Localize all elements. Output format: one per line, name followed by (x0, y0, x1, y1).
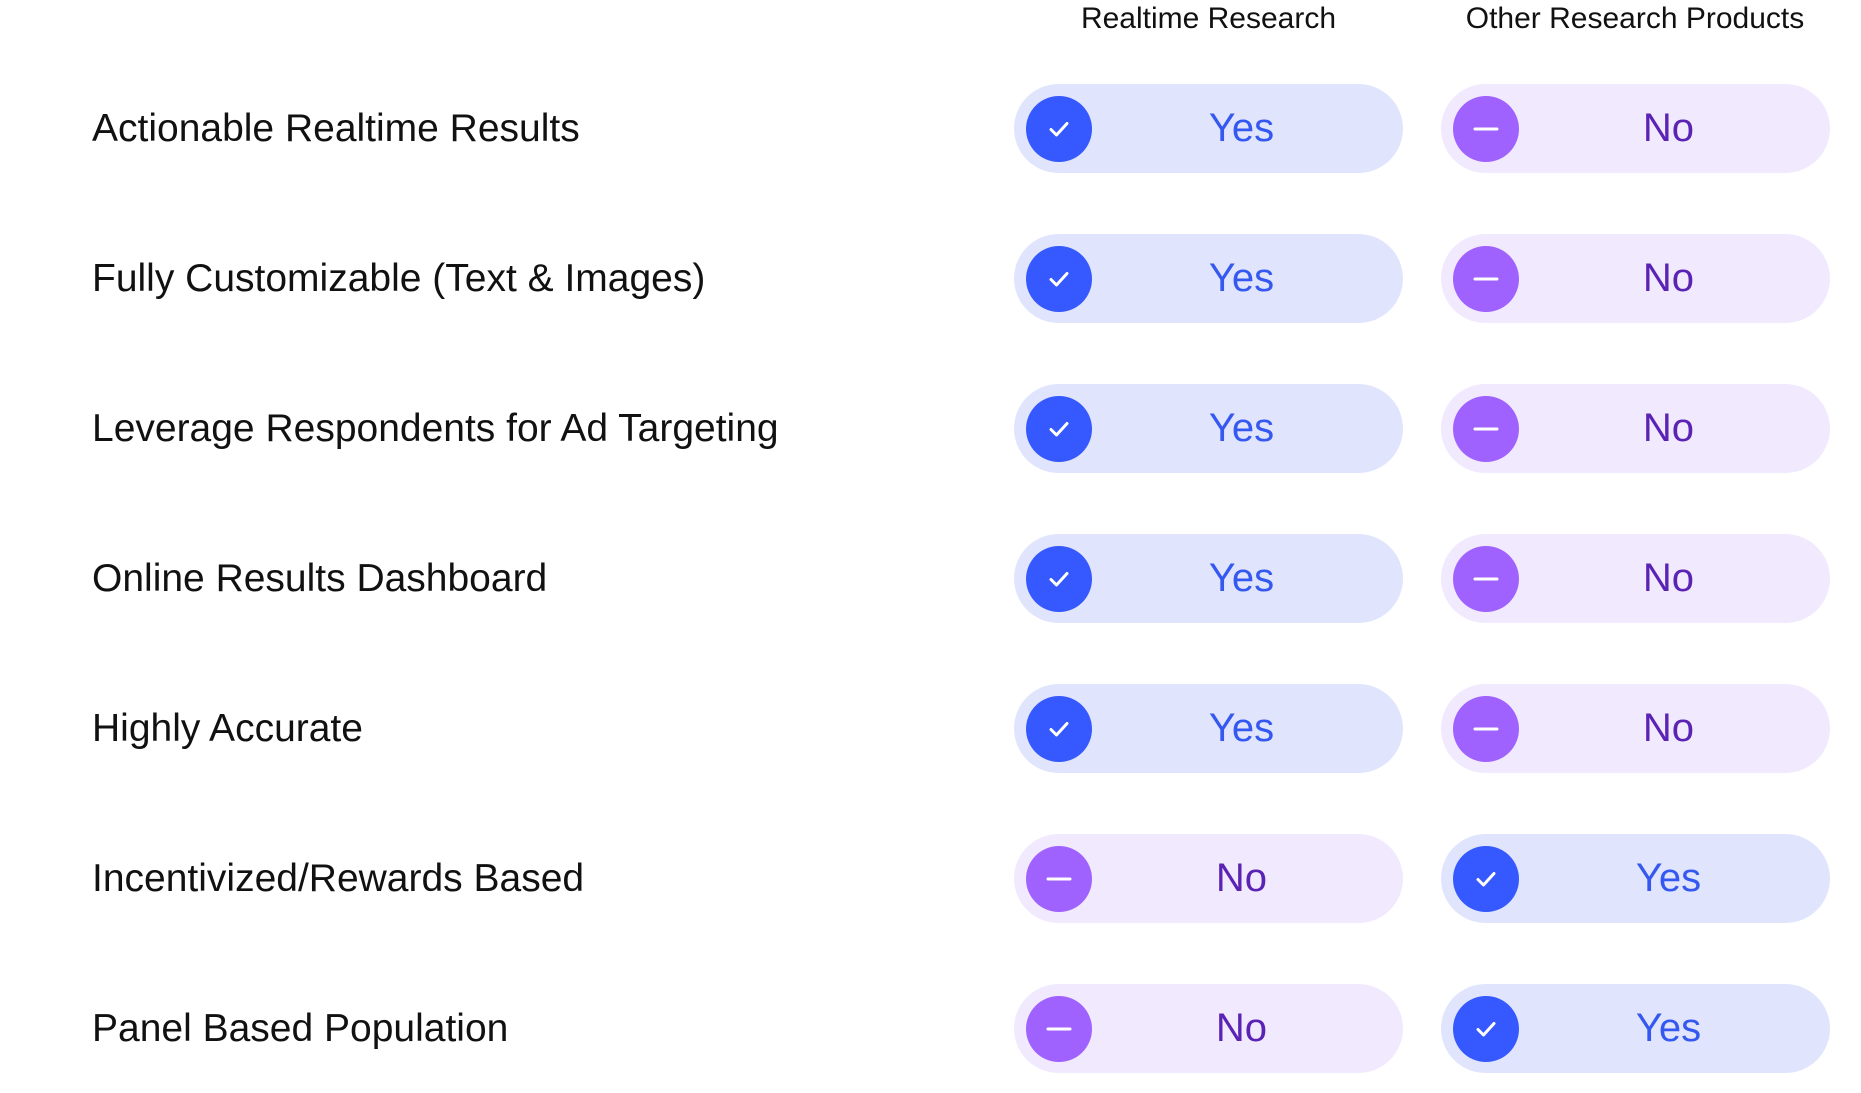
table-row: Online Results Dashboard Yes No (0, 534, 1861, 623)
other-research-no-badge: No (1441, 684, 1830, 773)
realtime-research-yes-badge: Yes (1014, 84, 1403, 173)
table-row: Fully Customizable (Text & Images) Yes No (0, 234, 1861, 323)
realtime-research-yes-badge: Yes (1014, 684, 1403, 773)
table-row: Panel Based Population No Yes (0, 984, 1861, 1073)
other-research-yes-badge: Yes (1441, 984, 1830, 1073)
badge-label: Yes (1208, 256, 1275, 300)
column-header-realtime-research: Realtime Research (1080, 2, 1337, 35)
badge-label: Yes (1208, 406, 1275, 450)
feature-label: Incentivized/Rewards Based (92, 857, 585, 900)
badge-label: No (1642, 706, 1695, 750)
badge-label: Yes (1208, 556, 1275, 600)
badge-label: No (1215, 856, 1268, 900)
badge-label: No (1215, 1006, 1268, 1050)
table-row: Leverage Respondents for Ad Targeting Yes… (0, 384, 1861, 473)
badge-label: Yes (1208, 706, 1275, 750)
column-header-other-research-products: Other Research Products (1465, 2, 1805, 35)
realtime-research-yes-badge: Yes (1014, 384, 1403, 473)
other-research-no-badge: No (1441, 234, 1830, 323)
badge-label: Yes (1208, 106, 1275, 150)
badge-label: No (1642, 406, 1695, 450)
feature-label: Leverage Respondents for Ad Targeting (92, 407, 779, 450)
feature-label: Actionable Realtime Results (92, 107, 580, 150)
other-research-no-badge: No (1441, 384, 1830, 473)
other-research-no-badge: No (1441, 534, 1830, 623)
feature-label: Highly Accurate (92, 707, 363, 750)
realtime-research-yes-badge: Yes (1014, 234, 1403, 323)
badge-label: No (1642, 556, 1695, 600)
realtime-research-no-badge: No (1014, 834, 1403, 923)
badge-label: Yes (1635, 856, 1702, 900)
feature-label: Panel Based Population (92, 1007, 509, 1050)
feature-label: Fully Customizable (Text & Images) (92, 257, 706, 300)
table-row: Incentivized/Rewards Based No Yes (0, 834, 1861, 923)
other-research-no-badge: No (1441, 84, 1830, 173)
realtime-research-yes-badge: Yes (1014, 534, 1403, 623)
feature-label: Online Results Dashboard (92, 557, 548, 600)
realtime-research-no-badge: No (1014, 984, 1403, 1073)
table-row: Actionable Realtime Results Yes No (0, 84, 1861, 173)
other-research-yes-badge: Yes (1441, 834, 1830, 923)
badge-label: Yes (1635, 1006, 1702, 1050)
table-row: Highly Accurate Yes No (0, 684, 1861, 773)
badge-label: No (1642, 256, 1695, 300)
badge-label: No (1642, 106, 1695, 150)
